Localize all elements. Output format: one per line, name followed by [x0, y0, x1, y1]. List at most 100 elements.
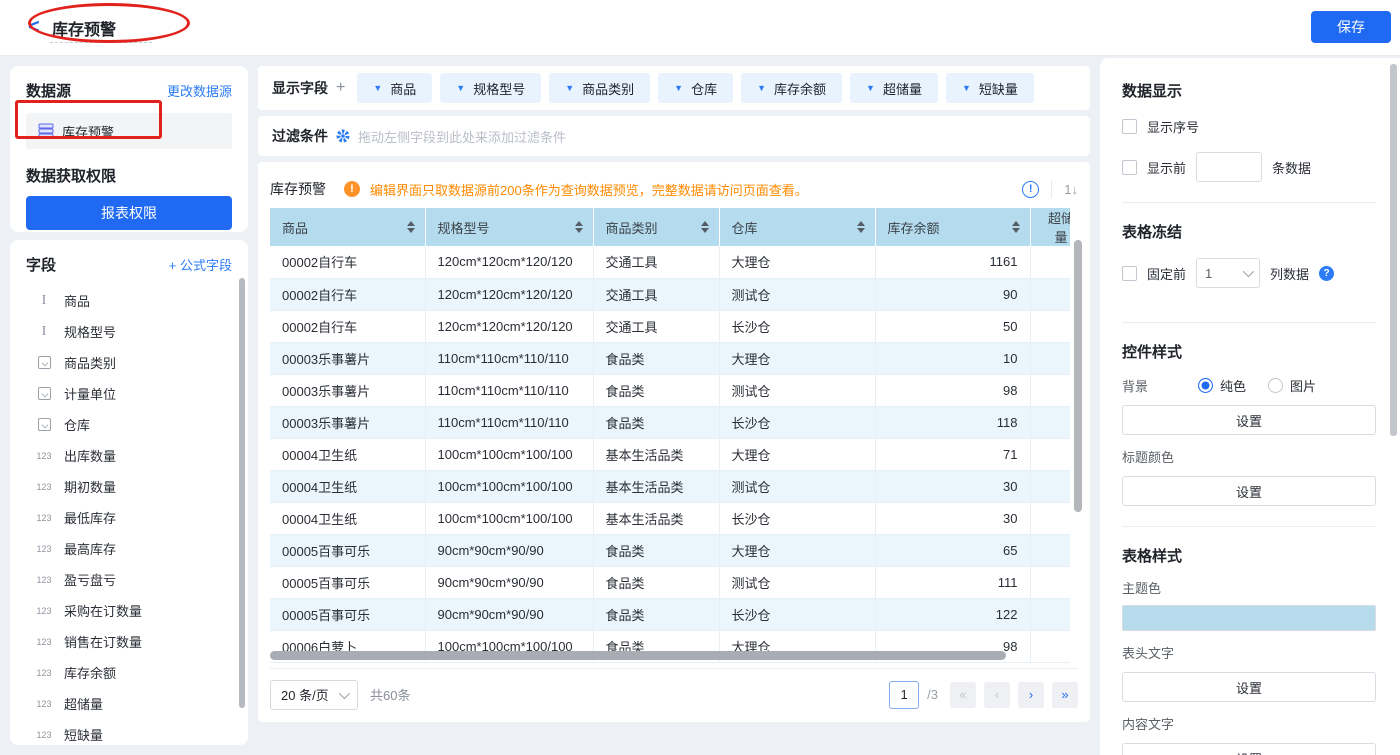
- select-field-icon: [34, 387, 54, 400]
- field-label: 超储量: [64, 694, 103, 713]
- vertical-scrollbar[interactable]: [1074, 240, 1082, 512]
- field-item[interactable]: 123 期初数量: [26, 471, 232, 502]
- field-item[interactable]: 123最低库存: [26, 502, 232, 533]
- field-item[interactable]: 123超储量: [26, 688, 232, 719]
- cell: 65: [875, 534, 1030, 566]
- cell: 交通工具: [593, 246, 719, 278]
- cell: [1030, 310, 1070, 342]
- save-button[interactable]: 保存: [1311, 11, 1391, 43]
- field-chip[interactable]: ▼ 短缺量: [946, 73, 1034, 103]
- first-page-button[interactable]: «: [950, 682, 976, 708]
- column-header[interactable]: 规格型号: [425, 208, 593, 246]
- field-chip[interactable]: ▼商品: [357, 73, 432, 103]
- gear-icon[interactable]: [336, 129, 350, 143]
- show-index-checkbox[interactable]: [1122, 119, 1137, 134]
- freeze-count-select[interactable]: 1: [1196, 258, 1260, 288]
- number-field-icon: 123: [34, 482, 54, 492]
- cell: 交通工具: [593, 278, 719, 310]
- prev-page-button[interactable]: ‹: [984, 682, 1010, 708]
- field-label: 库存余额: [64, 663, 116, 682]
- chip-label: 库存余额: [774, 79, 826, 98]
- cell: 1161: [875, 246, 1030, 278]
- caret-down-icon: ▼: [565, 83, 574, 93]
- report-permission-button[interactable]: 报表权限: [26, 196, 232, 230]
- freeze-prefix: 固定前: [1147, 264, 1186, 283]
- horizontal-scrollbar[interactable]: [270, 651, 1006, 660]
- datasource-item[interactable]: 库存预警: [26, 113, 232, 149]
- info-icon[interactable]: !: [1022, 181, 1039, 198]
- solid-color-label: 纯色: [1220, 376, 1246, 395]
- back-icon[interactable]: <: [28, 16, 48, 40]
- field-chip[interactable]: ▼规格型号: [440, 73, 541, 103]
- image-radio[interactable]: 图片: [1268, 376, 1316, 395]
- field-item[interactable]: 123出库数量: [26, 440, 232, 471]
- cell: 00005百事可乐: [270, 534, 425, 566]
- show-index-label: 显示序号: [1147, 117, 1199, 136]
- page-title[interactable]: 库存预警: [52, 16, 116, 40]
- sort-icon[interactable]: 1↓: [1064, 182, 1078, 197]
- next-page-button[interactable]: ›: [1018, 682, 1044, 708]
- field-item[interactable]: 123采购在订数量: [26, 595, 232, 626]
- background-set-button[interactable]: 设置: [1122, 405, 1376, 435]
- column-header[interactable]: 商品类别: [593, 208, 719, 246]
- chip-label: 商品类别: [582, 79, 634, 98]
- field-item[interactable]: 123最高库存: [26, 533, 232, 564]
- change-datasource-link[interactable]: 更改数据源: [167, 81, 232, 100]
- field-label: 销售在订数量: [64, 632, 142, 651]
- cell: 食品类: [593, 342, 719, 374]
- cell: [1030, 566, 1070, 598]
- title-color-set-button[interactable]: 设置: [1122, 476, 1376, 506]
- field-chip[interactable]: ▼ 商品类别: [549, 73, 650, 103]
- column-header[interactable]: 库存余额: [875, 208, 1030, 246]
- select-field-icon: [34, 356, 54, 369]
- help-icon[interactable]: ?: [1319, 266, 1334, 281]
- field-chip[interactable]: ▼仓库: [658, 73, 733, 103]
- field-item[interactable]: 计量单位: [26, 378, 232, 409]
- field-label: 期初数量: [64, 477, 116, 496]
- select-field-icon: [34, 418, 54, 431]
- freeze-title: 表格冻结: [1122, 221, 1376, 242]
- number-field-icon: 123: [34, 730, 54, 740]
- fields-scrollbar[interactable]: [239, 278, 245, 708]
- field-item[interactable]: 123销售在订数量: [26, 626, 232, 657]
- show-top-checkbox[interactable]: [1122, 160, 1137, 175]
- header-text-set-button[interactable]: 设置: [1122, 672, 1376, 702]
- cell: [1030, 598, 1070, 630]
- solid-color-radio[interactable]: 纯色: [1198, 376, 1246, 395]
- text-field-icon: I: [34, 325, 54, 339]
- caret-down-icon: ▼: [962, 83, 971, 93]
- add-formula-field-link[interactable]: + 公式字段: [169, 255, 232, 274]
- chip-label: 短缺量: [979, 79, 1018, 98]
- cell: 122: [875, 598, 1030, 630]
- cell: 00002自行车: [270, 310, 425, 342]
- freeze-checkbox[interactable]: [1122, 266, 1137, 281]
- cell: 90cm*90cm*90/90: [425, 534, 593, 566]
- current-page-input[interactable]: 1: [889, 681, 919, 709]
- chip-label: 规格型号: [473, 79, 525, 98]
- show-top-input[interactable]: [1196, 152, 1262, 182]
- cell: 长沙仓: [719, 406, 875, 438]
- column-header[interactable]: 超储量: [1030, 208, 1070, 246]
- column-header[interactable]: 仓库: [719, 208, 875, 246]
- field-item[interactable]: 商品类别: [26, 347, 232, 378]
- field-item[interactable]: 123盈亏盘亏: [26, 564, 232, 595]
- filter-dropzone[interactable]: 拖动左侧字段到此处来添加过滤条件: [358, 127, 566, 146]
- field-item[interactable]: 仓库: [26, 409, 232, 440]
- field-item[interactable]: I规格型号: [26, 316, 232, 347]
- content-text-set-button[interactable]: 设置: [1122, 743, 1376, 755]
- theme-color-swatch[interactable]: [1122, 605, 1376, 631]
- table-row: 00004卫生纸100cm*100cm*100/100基本生活品类长沙仓30: [270, 502, 1070, 534]
- panel-scrollbar[interactable]: [1390, 64, 1397, 436]
- field-item[interactable]: I商品: [26, 285, 232, 316]
- last-page-button[interactable]: »: [1052, 682, 1078, 708]
- add-display-field-icon[interactable]: +: [336, 79, 345, 97]
- table-style-title: 表格样式: [1122, 545, 1376, 566]
- sort-carets-icon: [575, 221, 583, 233]
- cell: 00004卫生纸: [270, 438, 425, 470]
- field-item[interactable]: 123短缺量: [26, 719, 232, 745]
- field-chip[interactable]: ▼超储量: [850, 73, 938, 103]
- page-size-select[interactable]: 20 条/页: [270, 680, 358, 710]
- field-chip[interactable]: ▼库存余额: [741, 73, 842, 103]
- field-item[interactable]: 123库存余额: [26, 657, 232, 688]
- column-header[interactable]: 商品: [270, 208, 425, 246]
